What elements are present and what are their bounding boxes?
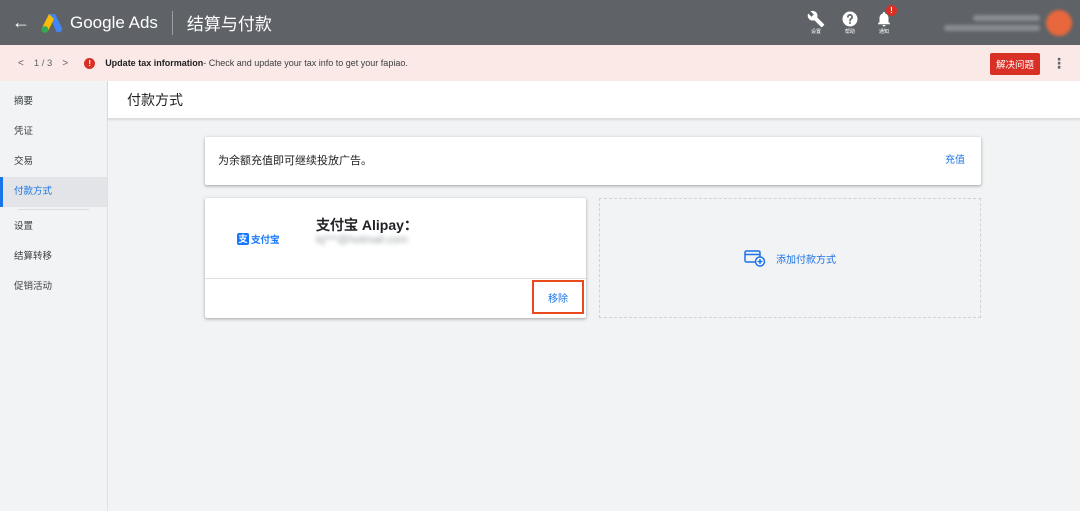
- brand-name: Google Ads: [70, 12, 158, 32]
- alipay-logo-text: 支付宝: [251, 235, 280, 246]
- page-name: 结算与付款: [186, 15, 272, 34]
- notification-badge: !: [886, 5, 897, 16]
- alert-message: - Check and update your tax info to get …: [203, 58, 408, 68]
- content-header: 付款方式: [108, 81, 1080, 119]
- alert-pager: < 1 / 3 >: [14, 58, 72, 69]
- sidebar-divider: [18, 209, 89, 210]
- chevron-right-icon[interactable]: >: [58, 58, 72, 69]
- chevron-left-icon[interactable]: <: [14, 58, 28, 69]
- card-divider: [205, 278, 586, 279]
- alert-title: Update tax information: [105, 58, 204, 68]
- add-payment-method-label: 添加付款方式: [776, 254, 836, 266]
- alipay-payment-card: 支 支付宝 支付宝 Alipay： lq***@hotmail.com 移除: [205, 198, 586, 318]
- sidebar-item-transactions[interactable]: 交易: [0, 147, 107, 177]
- alert-page-count: 1 / 3: [33, 57, 53, 69]
- add-card-icon: [744, 250, 766, 267]
- error-icon: !: [84, 57, 96, 69]
- alert-bar: < 1 / 3 > ! Update tax information - Che…: [0, 45, 1080, 81]
- tools-settings-button[interactable]: 设置: [800, 10, 832, 35]
- topup-message: 为余额充值即可继续投放广告。: [218, 155, 372, 167]
- sidebar-item-billing-transfer[interactable]: 结算转移: [0, 242, 107, 272]
- resolve-issue-button[interactable]: 解决问题: [990, 53, 1040, 75]
- notifications-button[interactable]: ! 通知: [868, 5, 900, 35]
- help-button[interactable]: 帮助: [834, 10, 866, 35]
- more-vert-icon[interactable]: ⋮: [1052, 53, 1066, 75]
- google-ads-logo-icon: [41, 13, 63, 33]
- sidebar-item-documents[interactable]: 凭证: [0, 117, 107, 147]
- wrench-icon: [807, 10, 825, 28]
- sidebar-item-payment-methods[interactable]: 付款方式: [0, 177, 107, 207]
- sidebar-item-summary[interactable]: 摘要: [0, 87, 107, 117]
- redacted-account-email: [944, 24, 1040, 31]
- payment-method-email: lq***@hotmail.com: [316, 234, 408, 246]
- alipay-logo: 支 支付宝: [237, 232, 280, 246]
- topup-button[interactable]: 充值: [945, 137, 965, 185]
- top-app-bar: ← Google Ads 结算与付款 设置 帮助 ! 通知: [0, 0, 1080, 45]
- add-payment-method-button[interactable]: 添加付款方式: [599, 198, 981, 318]
- page-title: 付款方式: [127, 92, 183, 108]
- account-info-redacted[interactable]: [944, 14, 1040, 31]
- topup-card: 为余额充值即可继续投放广告。 充值: [205, 137, 981, 185]
- tool-label-help: 帮助: [844, 29, 855, 35]
- sidebar-item-promotions[interactable]: 促销活动: [0, 272, 107, 302]
- redacted-account-name: [972, 14, 1040, 21]
- avatar[interactable]: [1046, 9, 1072, 36]
- help-icon: [842, 11, 858, 27]
- top-tools: 设置 帮助 ! 通知: [800, 0, 1080, 45]
- payment-method-name: 支付宝 Alipay：: [316, 217, 418, 233]
- alipay-icon: 支: [237, 233, 249, 245]
- back-arrow-icon[interactable]: ←: [12, 0, 32, 45]
- sidebar-nav: 摘要 凭证 交易 付款方式 设置 结算转移 促销活动: [0, 81, 108, 511]
- brand-divider: [171, 10, 173, 35]
- sidebar-item-settings[interactable]: 设置: [0, 212, 107, 242]
- tool-label-settings: 设置: [810, 29, 821, 35]
- remove-button[interactable]: 移除: [532, 280, 584, 314]
- tool-label-notifications: 通知: [878, 29, 889, 35]
